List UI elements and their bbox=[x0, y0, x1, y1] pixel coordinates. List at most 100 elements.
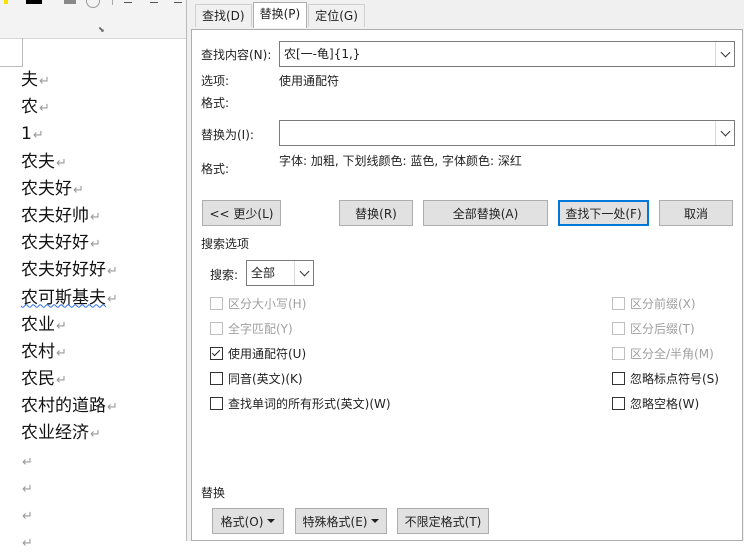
checkbox-label: 区分全/半角(M) bbox=[630, 347, 714, 361]
replace-dropdown-button[interactable] bbox=[715, 121, 734, 145]
less-button[interactable]: << 更少(L) bbox=[202, 200, 281, 226]
find-label: 查找内容(N): bbox=[201, 48, 272, 62]
search-options-title: 搜索选项 bbox=[201, 237, 250, 251]
search-direction-value: 全部 bbox=[251, 266, 276, 280]
replace-input[interactable] bbox=[279, 120, 735, 146]
align-icon[interactable] bbox=[124, 2, 132, 3]
document-line: 农夫好帅↵ bbox=[21, 205, 101, 226]
paragraph-mark-icon: ↵ bbox=[22, 536, 33, 552]
match-suffix-checkbox[interactable]: 区分后缀(T) bbox=[612, 320, 695, 337]
replace-all-button[interactable]: 全部替换(A) bbox=[423, 200, 548, 226]
document-line: 农夫好好↵ bbox=[21, 233, 101, 254]
paragraph-mark-icon: ↵ bbox=[73, 182, 84, 198]
document-line: 夫↵ bbox=[21, 70, 50, 90]
checkbox-box bbox=[612, 322, 625, 335]
no-formatting-button[interactable]: 不限定格式(T) bbox=[397, 508, 489, 534]
chevron-down-icon bbox=[720, 126, 730, 136]
document-line: 1↵ bbox=[21, 124, 44, 145]
document-line: 农业↵ bbox=[21, 314, 67, 335]
format-button[interactable]: 格式(O) bbox=[212, 508, 284, 534]
replace-label: 替换为(I): bbox=[201, 128, 254, 142]
paragraph-mark-icon: ↵ bbox=[107, 400, 118, 416]
search-direction-select[interactable]: 全部 bbox=[246, 260, 314, 286]
ribbon-separator bbox=[112, 0, 113, 5]
find-input[interactable]: 农[一-龟]{1,} bbox=[279, 41, 735, 67]
ribbon-button[interactable] bbox=[64, 0, 76, 4]
tab-goto[interactable]: 定位(G) bbox=[308, 4, 365, 27]
checkbox-box bbox=[612, 397, 625, 410]
whole-word-checkbox[interactable]: 全字匹配(Y) bbox=[210, 320, 293, 337]
paragraph-mark-icon: ↵ bbox=[22, 454, 33, 470]
match-prefix-checkbox[interactable]: 区分前缀(X) bbox=[612, 295, 696, 312]
document-line: ↵ bbox=[21, 502, 118, 529]
document-line: 农村↵ bbox=[21, 341, 67, 362]
checkbox-box bbox=[210, 297, 223, 310]
paragraph-mark-icon: ↵ bbox=[56, 155, 67, 171]
tab-find[interactable]: 查找(D) bbox=[195, 4, 252, 27]
sounds-like-checkbox[interactable]: 同音(英文)(K) bbox=[210, 370, 303, 387]
paragraph-mark-icon: ↵ bbox=[56, 345, 67, 361]
paragraph-mark-icon: ↵ bbox=[32, 128, 44, 144]
document-line: 农可斯基夫↵ bbox=[21, 287, 118, 308]
checkbox-box-checked bbox=[210, 347, 223, 360]
chevron-down-icon bbox=[299, 266, 309, 276]
dialog-tabs: 查找(D) 替换(P) 定位(G) bbox=[195, 2, 366, 28]
paragraph-mark-icon: ↵ bbox=[56, 373, 67, 389]
paragraph-mark-icon: ↵ bbox=[39, 101, 50, 117]
use-wildcards-checkbox[interactable]: 使用通配符(U) bbox=[210, 345, 306, 362]
highlight-color-swatch[interactable] bbox=[4, 0, 8, 4]
find-format-label: 格式: bbox=[201, 96, 230, 110]
cancel-button[interactable]: 取消 bbox=[659, 200, 733, 226]
checkbox-box bbox=[612, 372, 625, 385]
ignore-punctuation-checkbox[interactable]: 忽略标点符号(S) bbox=[612, 370, 719, 387]
paragraph-mark-icon: ↵ bbox=[107, 291, 118, 307]
find-dropdown-button[interactable] bbox=[715, 42, 734, 66]
find-next-button[interactable]: 查找下一处(F) bbox=[558, 200, 649, 226]
match-width-checkbox[interactable]: 区分全/半角(M) bbox=[612, 345, 714, 362]
paragraph-mark-icon: ↵ bbox=[90, 237, 101, 253]
document-area: ⬊ 夫↵ 农↵ 1↵ 农夫↵ 农夫好↵ 农夫好帅↵ 农夫好好↵ 农夫好好好↵ 农… bbox=[0, 0, 186, 551]
all-word-forms-checkbox[interactable]: 查找单词的所有形式(英文)(W) bbox=[210, 395, 391, 412]
format-button-label: 格式(O) bbox=[220, 514, 264, 529]
dialog-launcher-icon[interactable]: ⬊ bbox=[98, 26, 106, 34]
checkbox-label: 区分后缀(T) bbox=[630, 322, 695, 336]
checkbox-label: 同音(英文)(K) bbox=[228, 372, 303, 386]
document-line: ↵ bbox=[21, 529, 118, 556]
char-border-icon[interactable] bbox=[86, 0, 100, 8]
checkbox-box bbox=[210, 397, 223, 410]
special-format-button[interactable]: 特殊格式(E) bbox=[295, 508, 387, 534]
paragraph-mark-icon: ↵ bbox=[22, 509, 33, 524]
checkbox-label: 区分前缀(X) bbox=[630, 297, 696, 311]
document-line: 农夫好↵ bbox=[21, 178, 84, 199]
options-label: 选项: bbox=[201, 74, 230, 88]
caret-down-icon bbox=[371, 519, 380, 523]
paragraph-mark-icon: ↵ bbox=[90, 209, 101, 225]
match-case-checkbox[interactable]: 区分大小写(H) bbox=[210, 295, 306, 312]
document-line: 农业经济↵ bbox=[21, 423, 101, 444]
caret-down-icon bbox=[267, 519, 276, 523]
search-direction-label: 搜索: bbox=[210, 268, 239, 282]
document-line: 农夫↵ bbox=[21, 151, 67, 172]
tab-replace[interactable]: 替换(P) bbox=[252, 2, 308, 28]
document-line: 农民↵ bbox=[21, 369, 67, 390]
replace-format-value: 字体: 加粗, 下划线颜色: 蓝色, 字体颜色: 深红 bbox=[279, 154, 522, 168]
document-body[interactable]: 夫↵ 农↵ 1↵ 农夫↵ 农夫好↵ 农夫好帅↵ 农夫好好↵ 农夫好好好↵ 农可斯… bbox=[21, 67, 118, 556]
replace-format-label: 格式: bbox=[201, 162, 230, 176]
search-direction-dropdown[interactable] bbox=[294, 261, 313, 285]
checkbox-label: 区分大小写(H) bbox=[228, 297, 307, 311]
paragraph-mark-icon: ↵ bbox=[22, 481, 33, 497]
checkbox-box bbox=[612, 297, 625, 310]
replace-button[interactable]: 替换(R) bbox=[339, 200, 413, 226]
align-icon[interactable] bbox=[174, 2, 182, 3]
find-input-value: 农[一-龟]{1,} bbox=[284, 47, 361, 61]
ignore-whitespace-checkbox[interactable]: 忽略空格(W) bbox=[612, 395, 699, 412]
document-line: 农村的道路↵ bbox=[21, 396, 118, 417]
align-icon[interactable] bbox=[150, 2, 158, 3]
special-format-button-label: 特殊格式(E) bbox=[302, 514, 368, 529]
document-line: 农夫好好好↵ bbox=[21, 260, 118, 281]
document-line: ↵ bbox=[21, 475, 118, 502]
font-color-swatch[interactable] bbox=[26, 0, 42, 4]
checkbox-label: 全字匹配(Y) bbox=[228, 322, 293, 336]
find-replace-dialog: 查找(D) 替换(P) 定位(G) 查找内容(N): 农[一-龟]{1,} 选项… bbox=[186, 0, 744, 541]
replace-panel: 查找内容(N): 农[一-龟]{1,} 选项: 使用通配符 格式: 替换为(I)… bbox=[191, 29, 743, 541]
